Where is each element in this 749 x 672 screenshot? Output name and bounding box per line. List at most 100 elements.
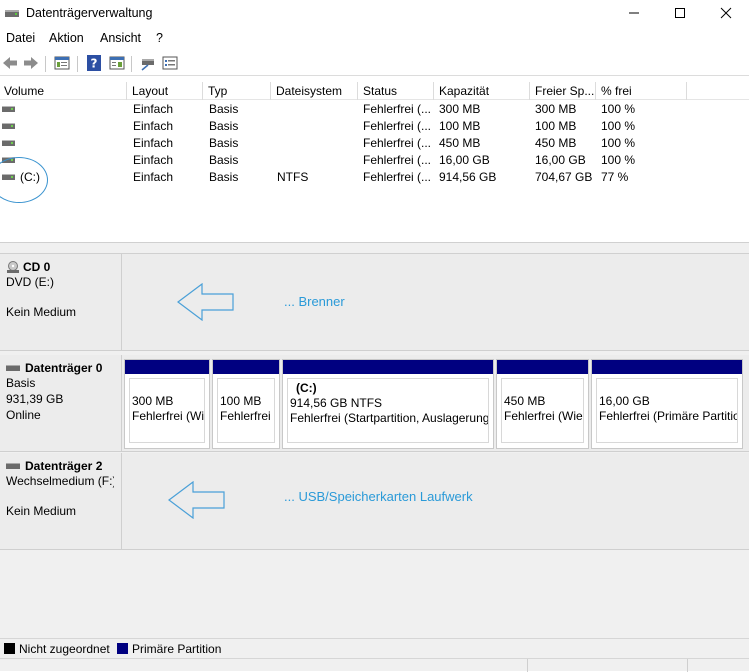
menu-datei[interactable]: Datei (6, 31, 35, 45)
close-button[interactable] (703, 0, 749, 26)
volume-list: Volume Layout Typ Dateisystem Status Kap… (0, 82, 749, 242)
disk-title-row: Datenträger 2 (6, 459, 121, 473)
column-freier-speicher[interactable]: Freier Sp... (531, 82, 596, 100)
partition-size: 300 MB (132, 394, 174, 408)
partition-status: Fehlerfrei (Primäre Partitio (599, 409, 738, 423)
annotation-brenner: ... Brenner (284, 294, 345, 309)
disk-content-disk2[interactable]: ... USB/Speicherkarten Laufwerk (122, 453, 749, 550)
disk-type: Basis (6, 376, 36, 390)
cell-kapazitaet: 16,00 GB (439, 153, 490, 167)
disk-content-cd0[interactable]: ... Brenner (122, 254, 749, 351)
forward-icon[interactable] (22, 54, 40, 72)
cd-drive-icon (7, 261, 19, 273)
list-icon[interactable] (161, 54, 179, 72)
cell-kapazitaet: 100 MB (439, 119, 481, 133)
disk-graphical-view: CD 0 DVD (E:) Kein Medium ... Brenner Da… (0, 254, 749, 638)
partition-type-bar (592, 360, 742, 374)
cell-layout: Einfach (133, 119, 174, 133)
close-icon (720, 7, 732, 19)
cell-freier-speicher: 100 MB (535, 119, 577, 133)
cell-layout: Einfach (133, 136, 174, 150)
toolbar-separator (77, 56, 78, 72)
legend-primary: Primäre Partition (132, 642, 222, 656)
partition-status: Fehlerfrei (Wiec (504, 409, 584, 423)
partition-5[interactable]: 16,00 GB Fehlerfrei (Primäre Partitio (591, 359, 743, 449)
drive-icon (2, 123, 15, 129)
partition-size: 914,56 GB NTFS (290, 396, 383, 410)
status-bar-divider (527, 659, 528, 672)
annotation-usb-laufwerk: ... USB/Speicherkarten Laufwerk (284, 489, 473, 504)
minimize-button[interactable] (611, 0, 657, 26)
menu-help[interactable]: ? (156, 31, 163, 45)
toolbar: ? (0, 52, 749, 76)
console-icon[interactable] (108, 54, 126, 72)
partition-2[interactable]: 100 MB Fehlerfrei (E (212, 359, 280, 449)
disk-label-disk2[interactable]: Datenträger 2 Wechselmedium (F:) Kein Me… (0, 453, 122, 550)
partition-c[interactable]: (C:) 914,56 GB NTFS Fehlerfrei (Startpar… (282, 359, 494, 449)
column-status[interactable]: Status (359, 82, 434, 100)
window-title: Datenträgerverwaltung (26, 6, 153, 20)
cell-kapazitaet: 914,56 GB (439, 170, 497, 184)
table-row[interactable]: Einfach Basis Fehlerfrei (... 100 MB 100… (0, 118, 749, 135)
cell-status: Fehlerfrei (... (363, 136, 432, 150)
cell-typ: Basis (209, 153, 239, 167)
cell-layout: Einfach (133, 153, 174, 167)
pane-splitter[interactable] (0, 242, 749, 254)
menu-ansicht[interactable]: Ansicht (100, 31, 141, 45)
cell-layout: Einfach (133, 102, 174, 116)
column-layout[interactable]: Layout (128, 82, 203, 100)
table-row[interactable]: Einfach Basis Fehlerfrei (... 300 MB 300… (0, 101, 749, 118)
column-prozent-frei[interactable]: % frei (597, 82, 687, 100)
disk-title: Datenträger 2 (25, 459, 103, 473)
help-icon[interactable]: ? (85, 54, 103, 72)
drive-icon (2, 106, 15, 112)
volume-list-header: Volume Layout Typ Dateisystem Status Kap… (0, 82, 749, 100)
menu-aktion[interactable]: Aktion (49, 31, 84, 45)
maximize-icon (675, 8, 685, 18)
column-volume[interactable]: Volume (0, 82, 127, 100)
partition-info: 300 MB Fehlerfrei (Wie (129, 378, 205, 443)
disk-management-app-icon (5, 10, 19, 17)
cell-prozent-frei: 100 % (601, 136, 636, 150)
drive-icon (2, 140, 15, 146)
status-bar-divider (687, 659, 688, 672)
maximize-button[interactable] (657, 0, 703, 26)
svg-text:?: ? (91, 57, 98, 71)
column-dateisystem[interactable]: Dateisystem (272, 82, 358, 100)
cell-dateisystem: NTFS (277, 170, 309, 184)
toolbar-separator (45, 56, 46, 72)
status-bar (0, 658, 749, 672)
disk-management-window: Datenträgerverwaltung Datei Aktion Ansic… (0, 0, 749, 672)
partition-size: 100 MB (220, 394, 262, 408)
cell-dateisystem (273, 135, 358, 152)
disk-drive-letter: DVD (E:) (6, 275, 54, 289)
cell-dateisystem (273, 101, 358, 118)
disk-label-cd0[interactable]: CD 0 DVD (E:) Kein Medium (0, 254, 122, 351)
disk-content-disk0: 300 MB Fehlerfrei (Wie 100 MB Fehlerfrei… (122, 355, 749, 452)
column-kapazitaet[interactable]: Kapazität (435, 82, 530, 100)
partition-info: (C:) 914,56 GB NTFS Fehlerfrei (Startpar… (287, 378, 489, 443)
cell-prozent-frei: 100 % (601, 153, 636, 167)
table-row[interactable]: Einfach Basis Fehlerfrei (... 450 MB 450… (0, 135, 749, 152)
table-row[interactable]: (C:) Einfach Basis NTFS Fehlerfrei (... … (0, 169, 749, 186)
disk-label-disk0[interactable]: Datenträger 0 Basis 931,39 GB Online (0, 355, 122, 452)
disk-title-row: CD 0 (6, 260, 121, 274)
partition-type-bar (283, 360, 493, 374)
back-icon[interactable] (1, 54, 19, 72)
partition-type-bar (125, 360, 209, 374)
partition-status: Fehlerfrei (E (220, 409, 274, 423)
partition-1[interactable]: 300 MB Fehlerfrei (Wie (124, 359, 210, 449)
cell-prozent-frei: 100 % (601, 102, 636, 116)
table-row[interactable]: Einfach Basis Fehlerfrei (... 16,00 GB 1… (0, 152, 749, 169)
cell-freier-speicher: 16,00 GB (535, 153, 586, 167)
arrow-left-annotation-icon (177, 283, 234, 321)
cell-freier-speicher: 704,67 GB (535, 170, 593, 184)
partition-info: 450 MB Fehlerfrei (Wiec (501, 378, 584, 443)
connect-icon[interactable] (139, 54, 157, 72)
column-typ[interactable]: Typ (204, 82, 271, 100)
partition-4[interactable]: 450 MB Fehlerfrei (Wiec (496, 359, 589, 449)
cell-prozent-frei: 100 % (601, 119, 636, 133)
partition-type-bar (497, 360, 588, 374)
properties-icon[interactable] (53, 54, 71, 72)
legend-bar: Nicht zugeordnet Primäre Partition (0, 638, 749, 658)
